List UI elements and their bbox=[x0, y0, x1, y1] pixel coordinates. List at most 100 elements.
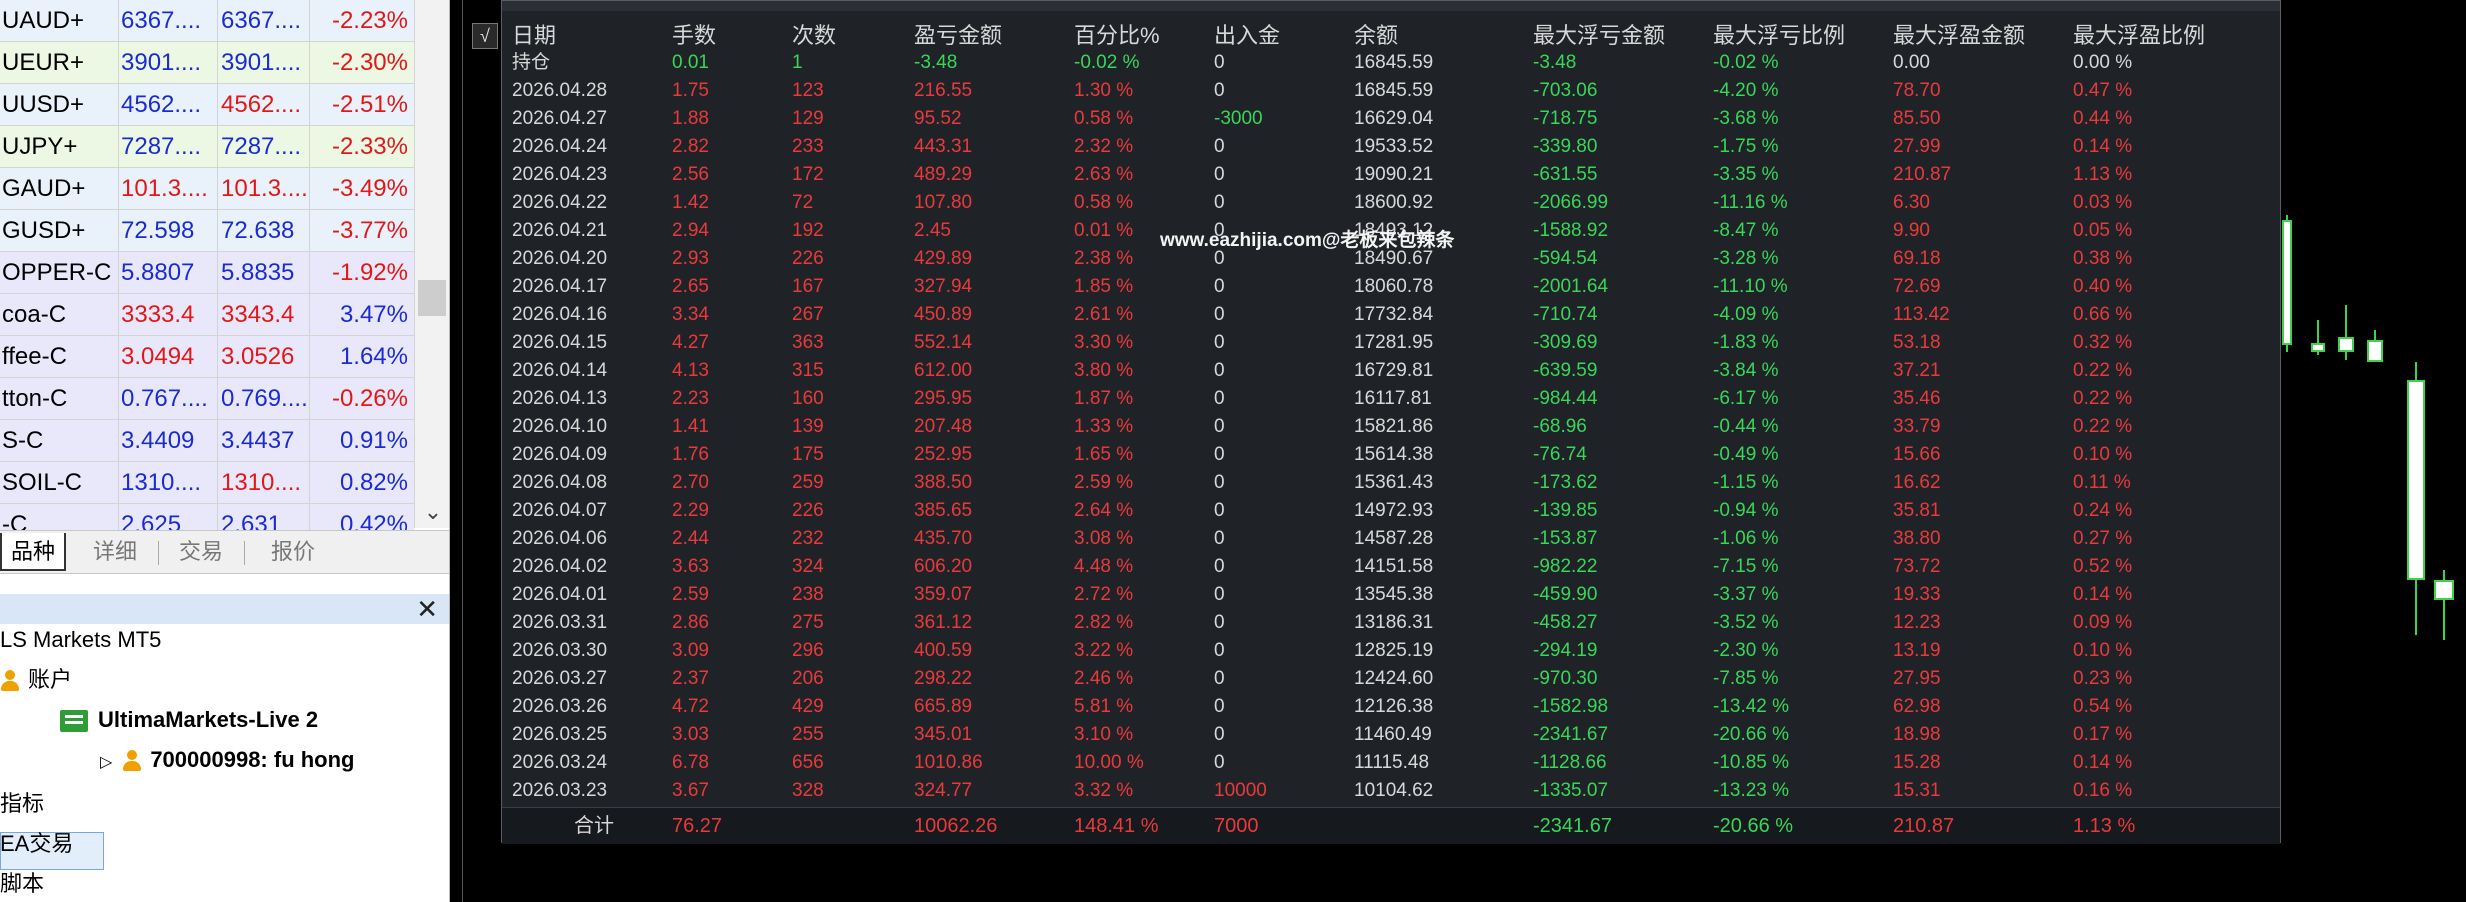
cell-balance: 16629.04 bbox=[1354, 108, 1434, 129]
cell-max-fp-pct: 0.16 % bbox=[2073, 780, 2133, 801]
cell-count: 139 bbox=[792, 416, 824, 437]
close-icon[interactable]: ✕ bbox=[416, 594, 438, 624]
cell-max-dd: -2001.64 bbox=[1533, 276, 1609, 297]
cell-pct: 10.00 % bbox=[1074, 752, 1144, 773]
cell-io: 0 bbox=[1214, 584, 1225, 605]
cell-pnl: 252.95 bbox=[914, 444, 973, 465]
cell-date: 2026.04.16 bbox=[512, 304, 608, 325]
cell-lots: 2.93 bbox=[672, 248, 709, 269]
cell-lots: 2.29 bbox=[672, 500, 709, 521]
market-watch-row[interactable]: tton-C 0.767.... 0.769.... -0.26% bbox=[0, 378, 414, 420]
navigator-item[interactable]: 账户 bbox=[0, 660, 72, 700]
cell-pct: 2.61 % bbox=[1074, 304, 1134, 325]
tab-symbols[interactable]: 品种 bbox=[0, 533, 66, 571]
market-watch-row[interactable]: GUSD+ 72.598 72.638 -3.77% bbox=[0, 210, 414, 252]
cell-io: 0 bbox=[1214, 136, 1225, 157]
navigator-item[interactable]: UltimaMarkets-Live 2 bbox=[60, 700, 318, 740]
cell-pnl: 295.95 bbox=[914, 388, 973, 409]
daily-row: 2026.04.23 2.56 172 489.29 2.63 % 0 19090.21 -6… bbox=[502, 161, 2280, 189]
daily-change: -3.77% bbox=[331, 217, 408, 244]
cell-max-dd: -458.27 bbox=[1533, 612, 1598, 633]
checkbox-icon[interactable]: √ bbox=[472, 23, 498, 49]
market-watch-row[interactable]: UJPY+ 7287.... 7287.... -2.33% bbox=[0, 126, 414, 168]
cell-count: 192 bbox=[792, 220, 824, 241]
cell-lots: 2.82 bbox=[672, 136, 709, 157]
cell-pnl: 388.50 bbox=[914, 472, 973, 493]
navigator-item[interactable]: 指标 bbox=[0, 784, 44, 824]
cell-max-fp-pct: 0.54 % bbox=[2073, 696, 2133, 717]
cell-max-dd-pct: -8.47 % bbox=[1713, 220, 1779, 241]
tab-separator bbox=[158, 541, 159, 565]
market-watch-row[interactable]: OPPER-C 5.8807 5.8835 -1.92% bbox=[0, 252, 414, 294]
daily-row: 2026.03.25 3.03 255 345.01 3.10 % 0 11460.49 -2… bbox=[502, 721, 2280, 749]
cell-max-dd-pct: -2.30 % bbox=[1713, 640, 1779, 661]
column-header: 最大浮亏比例 bbox=[1713, 23, 1846, 48]
tab-quotes[interactable]: 报价 bbox=[252, 533, 334, 571]
market-watch-row[interactable]: UAUD+ 6367.... 6367.... -2.23% bbox=[0, 0, 414, 42]
column-divider bbox=[309, 210, 310, 251]
column-divider bbox=[217, 210, 218, 251]
cell-balance: 14151.58 bbox=[1354, 556, 1434, 577]
tab-trading[interactable]: 交易 bbox=[164, 533, 238, 571]
market-watch-row[interactable]: UEUR+ 3901.... 3901.... -2.30% bbox=[0, 42, 414, 84]
daily-row: 2026.04.02 3.63 324 606.20 4.48 % 0 14151.58 -9… bbox=[502, 553, 2280, 581]
cell-count: 129 bbox=[792, 108, 824, 129]
cell-io: 0 bbox=[1214, 444, 1225, 465]
cell-pct: 1.33 % bbox=[1074, 416, 1134, 437]
column-divider bbox=[217, 84, 218, 125]
expand-arrow-icon[interactable]: ▷ bbox=[100, 754, 112, 771]
navigator-item[interactable]: ▷ 700000998: fu hong bbox=[100, 740, 355, 780]
cell-lots: 1.42 bbox=[672, 192, 709, 213]
market-watch-scrollbar[interactable]: ⌄ bbox=[414, 0, 449, 528]
cell-count: 226 bbox=[792, 500, 824, 521]
cell-pct: 1.30 % bbox=[1074, 80, 1134, 101]
column-divider bbox=[217, 168, 218, 209]
cell-max-dd: -710.74 bbox=[1533, 304, 1598, 325]
scrollbar-thumb[interactable] bbox=[418, 280, 446, 316]
cell-lots: 1.41 bbox=[672, 416, 709, 437]
cell-max-fp: 73.72 bbox=[1893, 556, 1941, 577]
ask-price: 5.8835 bbox=[221, 259, 295, 286]
cell-max-fp: 9.90 bbox=[1893, 220, 1930, 241]
market-watch-row[interactable]: S-C 3.4409 3.4437 0.91% bbox=[0, 420, 414, 462]
cell-balance: 17732.84 bbox=[1354, 304, 1434, 325]
market-watch-row[interactable]: GAUD+ 101.3.... 101.3.... -3.49% bbox=[0, 168, 414, 210]
user-icon bbox=[122, 750, 142, 772]
chevron-down-icon[interactable]: ⌄ bbox=[415, 496, 449, 528]
cell-pct: 0.01 % bbox=[1074, 220, 1134, 241]
candle-body bbox=[2367, 340, 2383, 362]
cell-io: 0 bbox=[1214, 276, 1225, 297]
cell-max-fp-pct: 0.44 % bbox=[2073, 108, 2133, 129]
cell-pnl: 361.12 bbox=[914, 612, 973, 633]
market-watch-row[interactable]: SOIL-C 1310.... 1310.... 0.82% bbox=[0, 462, 414, 504]
cell-pnl: 489.29 bbox=[914, 164, 973, 185]
cell-io: 0 bbox=[1214, 332, 1225, 353]
cell-lots: 0.01 bbox=[672, 52, 709, 73]
daily-change: 0.82% bbox=[339, 469, 408, 496]
navigator-item[interactable]: LS Markets MT5 bbox=[0, 620, 161, 660]
column-divider bbox=[217, 294, 218, 335]
daily-change: -2.33% bbox=[331, 133, 408, 160]
cell-max-dd: -2066.99 bbox=[1533, 192, 1609, 213]
cell-date: 2026.04.10 bbox=[512, 416, 608, 437]
market-watch-row[interactable]: UUSD+ 4562.... 4562.... -2.51% bbox=[0, 84, 414, 126]
cell-count: 238 bbox=[792, 584, 824, 605]
daily-row: 2026.03.31 2.86 275 361.12 2.82 % 0 13186.31 -4… bbox=[502, 609, 2280, 637]
market-watch-row[interactable]: coa-C 3333.4 3343.4 3.47% bbox=[0, 294, 414, 336]
ask-price: 3.0526 bbox=[221, 343, 295, 370]
cell-balance: 18060.78 bbox=[1354, 276, 1434, 297]
tab-details[interactable]: 详细 bbox=[78, 533, 152, 571]
cell-max-dd: -68.96 bbox=[1533, 416, 1587, 437]
market-watch-row[interactable]: ffee-C 3.0494 3.0526 1.64% bbox=[0, 336, 414, 378]
cell-max-fp: 0.00 bbox=[1893, 52, 1930, 73]
cell-max-dd: -339.80 bbox=[1533, 136, 1598, 157]
cell-io: 0 bbox=[1214, 696, 1225, 717]
column-divider bbox=[118, 168, 119, 209]
cell-max-dd-pct: -11.10 % bbox=[1713, 276, 1788, 297]
column-divider bbox=[309, 462, 310, 503]
navigator-item[interactable]: EA交易 bbox=[0, 824, 73, 864]
navigator-item[interactable]: 脚本 bbox=[0, 864, 44, 902]
cell-max-fp: 12.23 bbox=[1893, 612, 1941, 633]
column-divider bbox=[217, 0, 218, 41]
column-header: 百分比% bbox=[1074, 23, 1160, 48]
